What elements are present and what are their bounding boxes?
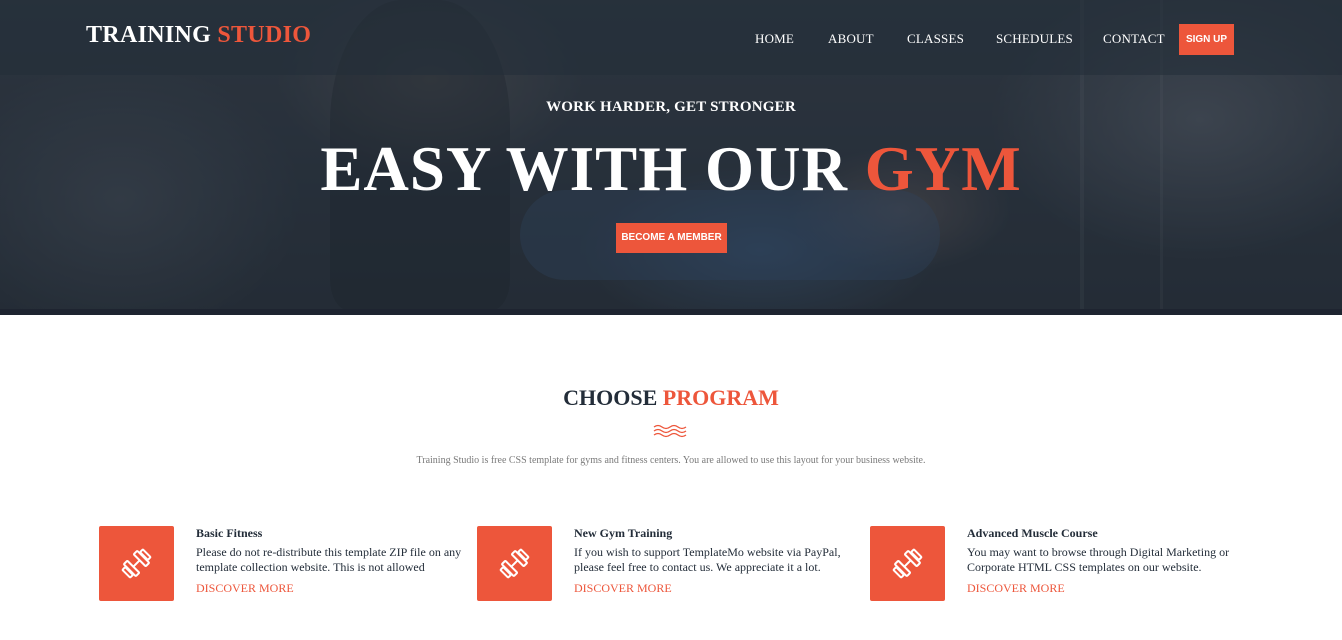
site-header: TRAINING STUDIO HOME ABOUT CLASSES SCHED…: [0, 0, 1342, 75]
section-title-main: CHOOSE: [563, 385, 658, 410]
wave-divider-icon: [653, 424, 687, 438]
nav-home[interactable]: HOME: [755, 31, 794, 47]
section-description: Training Studio is free CSS template for…: [416, 455, 926, 466]
discover-more-link[interactable]: DISCOVER MORE: [967, 581, 1065, 596]
program-text: If you wish to support TemplateMo websit…: [574, 545, 841, 574]
dumbbell-icon: [870, 526, 945, 601]
discover-more-link[interactable]: DISCOVER MORE: [574, 581, 672, 596]
program-title: Basic Fitness: [196, 526, 263, 540]
discover-more-link[interactable]: DISCOVER MORE: [196, 581, 294, 596]
main-nav: HOME ABOUT CLASSES SCHEDULES CONTACT: [0, 31, 1342, 51]
program-text: Please do not re-distribute this templat…: [196, 545, 462, 574]
program-title: New Gym Training: [574, 526, 673, 540]
become-member-button[interactable]: BECOME A MEMBER: [616, 223, 727, 253]
dumbbell-icon: [99, 526, 174, 601]
nav-about[interactable]: ABOUT: [828, 31, 874, 47]
nav-classes[interactable]: CLASSES: [907, 31, 964, 47]
program-text: You may want to browse through Digital M…: [967, 545, 1230, 574]
hero-title: EASY WITH OUR GYM: [0, 134, 1342, 204]
section-title-accent: PROGRAM: [662, 385, 779, 410]
hero-subtitle: WORK HARDER, GET STRONGER: [546, 99, 796, 115]
dumbbell-icon: [477, 526, 552, 601]
signup-button[interactable]: SIGN UP: [1179, 24, 1234, 55]
hero-title-accent: GYM: [864, 134, 1022, 204]
section-title: CHOOSE PROGRAM: [0, 385, 1342, 411]
nav-schedules[interactable]: SCHEDULES: [996, 31, 1073, 47]
hero-bottom-edge: [0, 309, 1342, 315]
hero-title-main: EASY WITH OUR: [320, 134, 848, 204]
program-title: Advanced Muscle Course: [967, 526, 1098, 540]
nav-contact[interactable]: CONTACT: [1103, 31, 1165, 47]
